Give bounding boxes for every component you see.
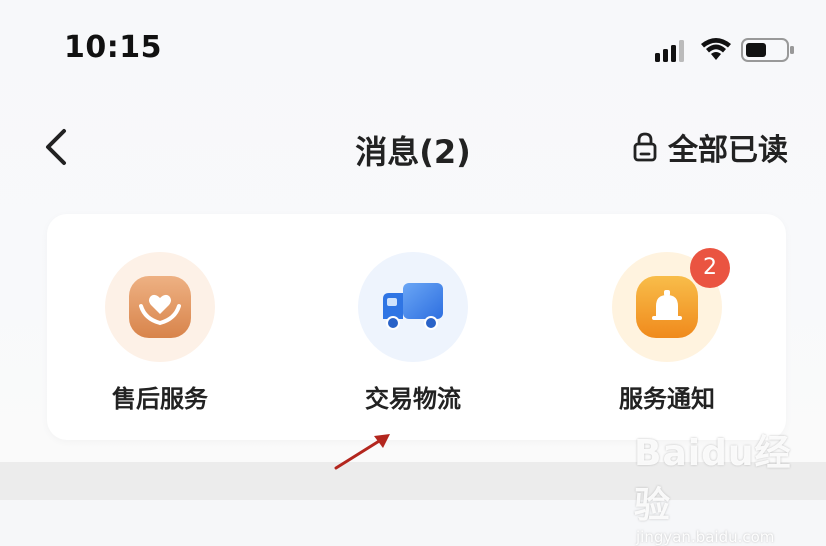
category-icon-halo: 2 [612,248,730,362]
heart-hands-icon [129,276,191,338]
category-icon-halo [105,252,215,362]
wifi-icon [701,38,731,60]
mark-all-read-label: 全部已读 [668,133,788,168]
category-label: 售后服务 [112,385,208,413]
signal-icon [655,40,684,62]
message-category-card: 售后服务 交易物流 2 服务通知 [47,214,786,440]
annotation-arrow-icon [334,434,390,470]
truck-icon [383,283,443,330]
watermark-main-text: Baidu经验 [634,433,792,526]
category-service-notice[interactable]: 2 服务通知 [577,248,757,414]
category-label: 交易物流 [365,385,461,413]
category-icon-halo [358,252,468,362]
lock-icon [633,132,657,162]
baidu-watermark: Baidu经验 jingyan.baidu.com [634,424,826,546]
category-after-sales[interactable]: 售后服务 [70,252,250,414]
category-label: 服务通知 [619,385,715,413]
watermark-url: jingyan.baidu.com [636,528,775,546]
bell-icon [636,276,698,338]
category-trade-logistics[interactable]: 交易物流 [323,252,503,414]
unread-count-badge: 2 [690,248,730,288]
battery-icon [741,38,794,62]
mark-all-read-button[interactable]: 全部已读 [632,127,788,168]
status-time: 10:15 [64,30,162,65]
